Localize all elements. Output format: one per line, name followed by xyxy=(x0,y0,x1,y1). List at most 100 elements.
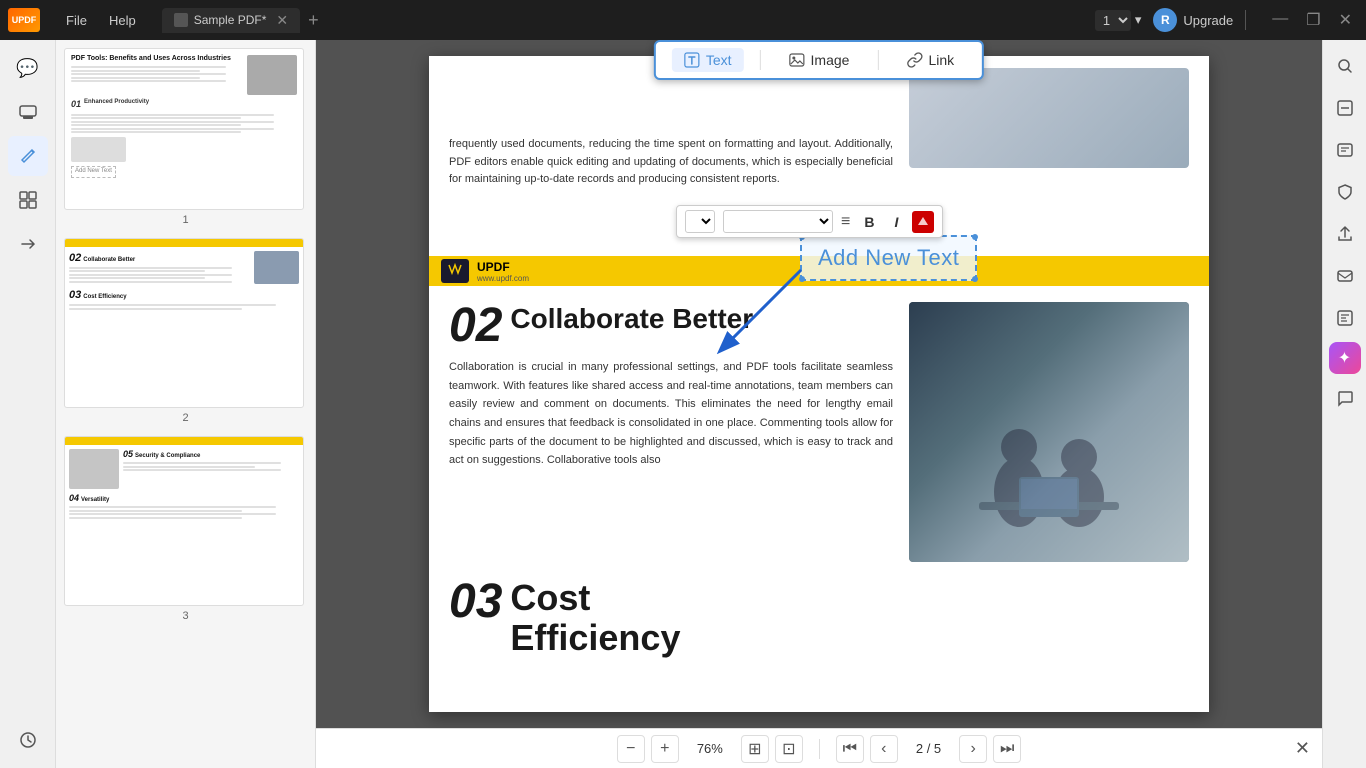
toolbar-separator-2 xyxy=(877,50,878,70)
zoom-level-display: 76% xyxy=(685,741,735,756)
image-tool-icon xyxy=(789,52,805,68)
comment-icon[interactable]: 💬 xyxy=(8,48,48,88)
menu-items: File Help xyxy=(56,9,146,32)
top-bar: UPDF File Help Sample PDF* ✕ + 12345 ▾ R… xyxy=(0,0,1366,40)
font-size-select[interactable]: 24 xyxy=(685,210,715,233)
collaboration-image xyxy=(909,302,1189,562)
bottom-separator xyxy=(819,739,820,759)
right-sidebar: ✦ xyxy=(1322,40,1366,768)
updf-site: www.updf.com xyxy=(477,274,529,283)
window-controls: — ❐ ✕ xyxy=(1266,8,1358,32)
convert-icon[interactable] xyxy=(8,224,48,264)
updf-logo: UPDF www.updf.com xyxy=(441,259,529,283)
text-tool-label: Text xyxy=(706,52,732,68)
share-icon[interactable] xyxy=(1327,216,1363,252)
thumbnail-img-1: PDF Tools: Benefits and Uses Across Indu… xyxy=(64,48,304,210)
page-selector[interactable]: 12345 xyxy=(1095,10,1131,31)
upgrade-label: Upgrade xyxy=(1183,13,1233,28)
italic-button[interactable]: I xyxy=(888,212,904,232)
thumbnail-3[interactable]: 05 Security & Compliance 04 Versatility xyxy=(64,436,307,622)
link-tool-label: Link xyxy=(928,52,954,68)
font-family-select[interactable]: Times-Roman xyxy=(723,210,833,233)
protect-icon[interactable] xyxy=(1327,174,1363,210)
thumbnail-panel: PDF Tools: Benefits and Uses Across Indu… xyxy=(56,40,316,768)
color-picker-button[interactable] xyxy=(912,211,934,233)
close-bottom-bar-button[interactable]: ✕ xyxy=(1295,738,1310,759)
maximize-button[interactable]: ❐ xyxy=(1300,8,1326,32)
pdf-section-03: 03 CostEfficiency xyxy=(429,578,1209,673)
edit-text-icon[interactable] xyxy=(8,136,48,176)
last-page-button[interactable]: ⏭ xyxy=(993,735,1021,763)
organize-icon[interactable] xyxy=(8,180,48,220)
window-close-button[interactable]: ✕ xyxy=(1333,8,1358,32)
page-navigation: 12345 ▾ xyxy=(1095,10,1142,31)
app-logo: UPDF xyxy=(8,8,40,32)
menu-help[interactable]: Help xyxy=(99,9,146,32)
pdf-section-02-text: 02 Collaborate Better Collaboration is c… xyxy=(449,302,893,562)
page-nav-controls: ⏮ ‹ 2 / 5 › ⏭ xyxy=(836,735,1021,763)
main-layout: 💬 PDF Tools: Benefits and Uses Acro xyxy=(0,40,1366,768)
link-tool-icon xyxy=(906,52,922,68)
stamp-icon[interactable] xyxy=(8,92,48,132)
pdf-intro-text: frequently used documents, reducing the … xyxy=(449,128,893,197)
toolbar-separator-1 xyxy=(760,50,761,70)
thumb1-title: PDF Tools: Benefits and Uses Across Indu… xyxy=(71,55,243,63)
image-tool-button[interactable]: Image xyxy=(777,48,862,72)
resize-handle-bl[interactable] xyxy=(799,276,805,282)
add-text-area[interactable]: Add New Text xyxy=(800,235,977,281)
fit-width-button[interactable]: ⊞ xyxy=(741,735,769,763)
thumbnail-img-3: 05 Security & Compliance 04 Versatility xyxy=(64,436,304,606)
thumbnail-1[interactable]: PDF Tools: Benefits and Uses Across Indu… xyxy=(64,48,307,226)
section-02-number: 02 xyxy=(449,302,502,350)
user-avatar: R xyxy=(1153,8,1177,32)
ai-icon[interactable]: ✦ xyxy=(1329,342,1361,374)
add-text-content: Add New Text xyxy=(818,245,959,270)
form-icon[interactable] xyxy=(1327,300,1363,336)
align-button[interactable]: ≡ xyxy=(841,213,850,231)
section-02-title: Collaborate Better xyxy=(510,302,753,336)
pdf-page: frequently used documents, reducing the … xyxy=(429,56,1209,712)
tab-close-button[interactable]: ✕ xyxy=(276,12,288,29)
thumbnail-label-1: 1 xyxy=(64,214,307,226)
content-area: Text Image Link 24 Times-Roman ≡ B I xyxy=(316,40,1322,768)
thumbnail-img-2: 02 Collaborate Better 03 Cost Efficiency xyxy=(64,238,304,408)
format-toolbar: 24 Times-Roman ≡ B I xyxy=(676,205,943,238)
thumbnail-2[interactable]: 02 Collaborate Better 03 Cost Efficiency xyxy=(64,238,307,424)
thumbnail-label-2: 2 xyxy=(64,412,307,424)
bottom-bar: − + 76% ⊞ ⊡ ⏮ ‹ 2 / 5 › ⏭ ✕ xyxy=(316,728,1322,768)
section-02-body: Collaboration is crucial in many profess… xyxy=(449,358,893,470)
next-page-button[interactable]: › xyxy=(959,735,987,763)
section-03-number: 03 xyxy=(449,578,502,626)
text-tool-icon xyxy=(684,52,700,68)
link-tool-button[interactable]: Link xyxy=(894,48,966,72)
tab-label: Sample PDF* xyxy=(194,13,267,27)
first-page-button[interactable]: ⏮ xyxy=(836,735,864,763)
ocr-icon[interactable] xyxy=(1327,132,1363,168)
chat-icon[interactable] xyxy=(1327,380,1363,416)
pdf-section-02: 02 Collaborate Better Collaboration is c… xyxy=(429,286,1209,578)
pdf-container[interactable]: Add New Text frequently used documents, … xyxy=(316,40,1322,728)
thumb1-section-num: 01 xyxy=(71,99,81,111)
top-right: 12345 ▾ R Upgrade — ❐ ✕ xyxy=(1095,8,1358,32)
zoom-out-button[interactable]: − xyxy=(617,735,645,763)
tab-sample-pdf[interactable]: Sample PDF* ✕ xyxy=(162,8,300,33)
fit-page-button[interactable]: ⊡ xyxy=(775,735,803,763)
pdf-section-02-image xyxy=(909,302,1189,562)
bottom-sidebar-icon[interactable] xyxy=(8,720,48,760)
add-tab-button[interactable]: + xyxy=(300,10,327,31)
minimize-button[interactable]: — xyxy=(1266,8,1294,32)
text-tool-button[interactable]: Text xyxy=(672,48,744,72)
zoom-in-button[interactable]: + xyxy=(651,735,679,763)
prev-page-button[interactable]: ‹ xyxy=(870,735,898,763)
updf-logo-icon xyxy=(441,259,469,283)
scan-icon[interactable] xyxy=(1327,90,1363,126)
bold-button[interactable]: B xyxy=(858,212,880,232)
page-nav-arrow: ▾ xyxy=(1135,12,1142,28)
mail-icon[interactable] xyxy=(1327,258,1363,294)
upgrade-button[interactable]: R Upgrade xyxy=(1153,8,1233,32)
left-sidebar: 💬 xyxy=(0,40,56,768)
page-number-display: 2 / 5 xyxy=(904,741,953,756)
tab-icon xyxy=(174,13,188,27)
menu-file[interactable]: File xyxy=(56,9,97,32)
search-icon[interactable] xyxy=(1327,48,1363,84)
